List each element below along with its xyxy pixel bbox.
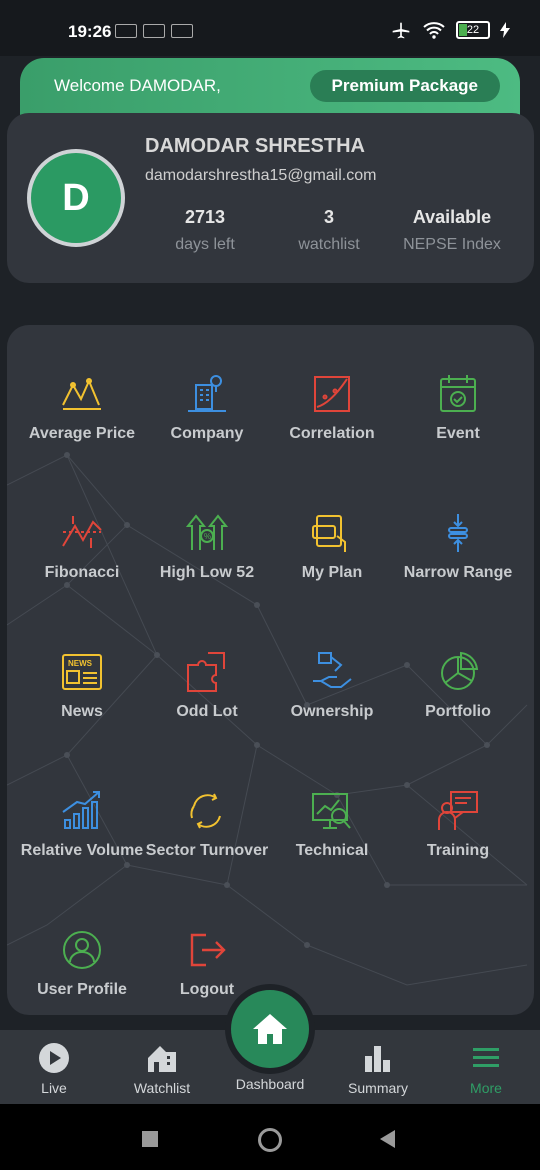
high-low-icon: % [186,514,228,550]
nav-watchlist[interactable]: Watchlist [112,1042,212,1096]
airplane-icon [392,22,410,39]
battery-icon: 22 [456,21,490,39]
menu-news[interactable]: NEWS News [17,651,147,721]
menu-narrow-range[interactable]: Narrow Range [393,512,523,582]
wifi-icon [423,22,445,39]
menu-high-low-52[interactable]: % High Low 52 [142,512,272,582]
menu-fibonacci[interactable]: Fibonacci [17,512,147,582]
correlation-icon [314,376,350,412]
menu-correlation[interactable]: Correlation [267,373,397,443]
company-icon [188,375,226,412]
nav-summary[interactable]: Summary [328,1042,428,1096]
stat-days-left: 2713 days left [175,207,235,253]
charging-icon [500,22,510,38]
nav-dashboard-label[interactable]: Dashboard [220,1076,320,1092]
play-icon [39,1043,69,1073]
technical-icon [312,793,351,829]
welcome-text: Welcome DAMODAR, [54,76,221,95]
fibonacci-icon [62,516,102,548]
status-right: 22 [390,20,510,40]
menu-event[interactable]: Event [393,373,523,443]
relative-volume-icon [62,791,100,829]
menu-portfolio[interactable]: Portfolio [393,651,523,721]
menu-relative-volume[interactable]: Relative Volume [17,790,147,860]
my-plan-icon [312,515,346,552]
news-icon: NEWS [62,654,102,690]
status-bar: 19:26 22 [0,0,540,56]
watchlist-icon [148,1046,176,1072]
nav-live[interactable]: Live [4,1042,104,1096]
narrow-range-icon [448,514,468,552]
feature-grid: Average Price Company Correlation Event … [7,325,534,1015]
system-navigation-bar [0,1104,540,1170]
odd-lot-puzzle-icon [187,652,225,692]
nav-more[interactable]: More [436,1042,536,1096]
profile-card: D DAMODAR SHRESTHA damodarshrestha15@gma… [7,113,534,283]
premium-package-button[interactable]: Premium Package [309,70,500,102]
training-icon [438,791,478,830]
menu-my-plan[interactable]: My Plan [267,512,397,582]
menu-user-profile[interactable]: User Profile [17,929,147,999]
menu-ownership[interactable]: Ownership [267,651,397,721]
user-email: damodarshrestha15@gmail.com [145,167,377,184]
welcome-banner: Welcome DAMODAR, Premium Package [20,58,520,120]
menu-training[interactable]: Training [393,790,523,860]
average-price-icon [62,378,101,410]
menu-sector-turnover[interactable]: Sector Turnover [142,790,272,860]
menu-logout[interactable]: Logout [142,929,272,999]
user-name: DAMODAR SHRESTHA [145,135,365,157]
menu-icon [473,1048,499,1067]
svg-text:NEWS: NEWS [68,659,93,668]
system-back-icon[interactable] [380,1130,395,1148]
notification-icons [115,24,193,38]
menu-technical[interactable]: Technical [267,790,397,860]
logout-icon [190,933,226,967]
stat-nepse-index: Available NEPSE Index [403,207,501,253]
stat-watchlist: 3 watchlist [298,207,360,253]
dashboard-home-button[interactable] [231,990,309,1068]
event-calendar-icon [440,375,476,412]
menu-average-price[interactable]: Average Price [17,373,147,443]
menu-odd-lot[interactable]: Odd Lot [142,651,272,721]
menu-company[interactable]: Company [142,373,272,443]
avatar: D [27,149,125,247]
user-profile-icon [63,931,101,969]
recent-apps-icon[interactable] [142,1131,158,1147]
status-time: 19:26 [68,22,112,41]
svg-text:%: % [204,532,211,541]
summary-chart-icon [365,1046,390,1072]
sector-turnover-icon [190,793,221,829]
system-home-icon[interactable] [258,1128,282,1152]
home-icon [253,1014,287,1044]
portfolio-pie-icon [441,651,479,690]
ownership-icon [313,652,352,688]
